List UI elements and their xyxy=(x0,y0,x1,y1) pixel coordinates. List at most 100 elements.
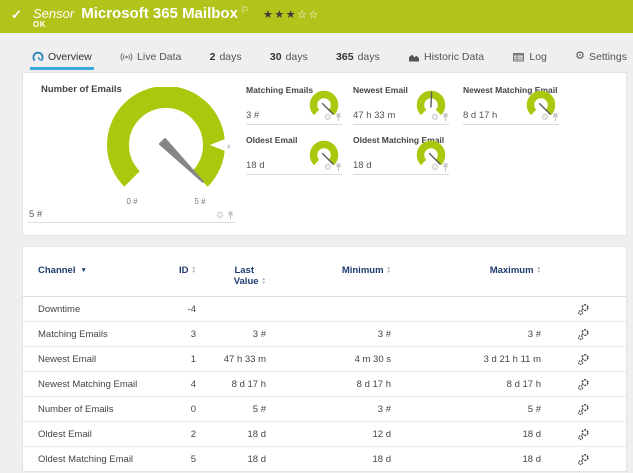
tab-number: 365 xyxy=(336,50,354,63)
table-body: Downtime -4 Matching Emails 3 3 # 3 # 3 # Newes… xyxy=(23,297,626,471)
gear-icon[interactable]: ⚙ xyxy=(324,163,332,172)
id-cell: 0 xyxy=(190,403,196,415)
tab-historic-data[interactable]: Historic Data xyxy=(406,46,486,70)
star-filled-icon[interactable]: ★ xyxy=(263,9,274,21)
maximum-cell: 3 # xyxy=(527,328,541,340)
mini-gauge-arc xyxy=(416,140,446,166)
sort-icon: ▲ ▼ xyxy=(191,265,196,274)
sensor-title: Microsoft 365 Mailbox xyxy=(81,5,238,22)
minimum-cell: 12 d xyxy=(372,428,392,440)
channel-name-cell: Newest Matching Email xyxy=(38,378,138,390)
log-table-icon xyxy=(513,52,525,61)
tab-label: Log xyxy=(529,50,547,63)
minimum-cell: 3 # xyxy=(377,403,391,415)
minimum-cell: 3 # xyxy=(377,328,391,340)
channel-edit-button[interactable] xyxy=(577,303,590,316)
edit-gears-icon xyxy=(578,403,589,415)
channel-name-cell: Newest Email xyxy=(38,353,97,365)
star-empty-icon[interactable]: ☆ xyxy=(308,9,319,21)
column-header-maximum[interactable]: Maximum ▲ ▼ xyxy=(391,265,541,276)
pin-icon[interactable] xyxy=(442,113,449,122)
id-cell: -4 xyxy=(187,303,196,315)
mini-gauge-cell: Oldest Email 18 d ⚙ xyxy=(246,135,342,175)
gauge-scale-max-label: 5 # xyxy=(194,197,206,206)
pin-icon[interactable] xyxy=(335,113,342,122)
edit-gears-icon xyxy=(578,353,589,365)
gear-icon[interactable]: ⚙ xyxy=(216,211,224,220)
column-label: Channel xyxy=(38,265,76,276)
channel-name-cell: Matching Emails xyxy=(38,328,108,340)
mini-gauge-value: 18 d xyxy=(353,160,372,171)
mini-gauge-value: 8 d 17 h xyxy=(463,110,498,121)
channel-edit-button[interactable] xyxy=(577,378,590,391)
id-cell: 5 xyxy=(190,453,196,465)
tab-label: Overview xyxy=(48,50,92,63)
flag-icon[interactable]: ⚐ xyxy=(241,5,249,16)
maximum-cell: 18 d xyxy=(522,453,542,465)
tab-label: Settings xyxy=(589,50,627,63)
channel-edit-button[interactable] xyxy=(577,428,590,441)
star-empty-icon[interactable]: ☆ xyxy=(297,9,308,21)
last-value-cell: 8 d 17 h xyxy=(231,378,266,390)
tab-label: days xyxy=(285,50,308,63)
gear-icon: ⚙ xyxy=(575,50,586,62)
area-chart-icon xyxy=(409,54,419,61)
star-filled-icon[interactable]: ★ xyxy=(286,9,297,21)
column-header-minimum[interactable]: Minimum ▲ ▼ xyxy=(266,265,391,276)
column-header-last-value[interactable]: Last Value ▲ ▼ xyxy=(196,265,266,287)
star-filled-icon[interactable]: ★ xyxy=(274,9,285,21)
last-value-cell: 18 d xyxy=(247,453,267,465)
column-header-channel[interactable]: Channel ▼ xyxy=(38,265,153,276)
last-value-cell: 18 d xyxy=(247,428,267,440)
mini-gauge-cell: Matching Emails 3 # ⚙ xyxy=(246,85,342,125)
table-row: Oldest Email 2 18 d 12 d 18 d xyxy=(23,422,626,447)
tab-live-data[interactable]: Live Data xyxy=(118,46,183,70)
edit-gears-icon xyxy=(578,328,589,340)
maximum-cell: 8 d 17 h xyxy=(506,378,541,390)
column-label: Last xyxy=(234,265,254,276)
table-header-row: Channel ▼ ID ▲ ▼ Last Value ▲ ▼ Minimum ▲ ▼… xyxy=(23,247,626,297)
minimum-cell: 18 d xyxy=(372,453,392,465)
tab-2-days[interactable]: 2 days xyxy=(208,46,244,70)
main-gauge-value: 5 # xyxy=(29,209,43,220)
id-cell: 3 xyxy=(190,328,196,340)
gear-icon[interactable]: ⚙ xyxy=(324,113,332,122)
gear-icon[interactable]: ⚙ xyxy=(541,113,549,122)
tab-30-days[interactable]: 30 days xyxy=(268,46,310,70)
tab-bar: Overview Live Data 2 days 30 days 365 days Histo… xyxy=(30,46,629,70)
channel-name-cell: Oldest Matching Email xyxy=(38,453,134,465)
mini-gauge-arc xyxy=(309,140,339,166)
mini-gauge-cell: Newest Matching Email 8 d 17 h ⚙ xyxy=(463,85,559,125)
channel-edit-button[interactable] xyxy=(577,353,590,366)
mini-gauge-arc xyxy=(309,90,339,116)
priority-stars[interactable]: ★★★☆☆ xyxy=(263,8,320,21)
mini-gauge-cell: Newest Email 47 h 33 m ⚙ xyxy=(353,85,449,125)
column-header-id[interactable]: ID ▲ ▼ xyxy=(153,265,196,276)
channel-edit-button[interactable] xyxy=(577,328,590,341)
maximum-cell: 3 d 21 h 11 m xyxy=(483,353,541,365)
minimum-cell: 4 m 30 s xyxy=(354,353,391,365)
mini-gauge-arc xyxy=(526,90,556,116)
tab-number: 30 xyxy=(269,50,282,63)
tab-settings[interactable]: ⚙ Settings xyxy=(573,46,629,70)
tab-overview[interactable]: Overview xyxy=(30,46,94,70)
edit-gears-icon xyxy=(578,453,589,465)
sensor-type-label: Sensor xyxy=(33,6,75,21)
gear-icon[interactable]: ⚙ xyxy=(431,113,439,122)
pin-icon[interactable] xyxy=(335,163,342,172)
column-label: Value xyxy=(233,276,259,287)
channel-edit-button[interactable] xyxy=(577,453,590,466)
main-gauge-arc xyxy=(107,87,225,187)
tab-365-days[interactable]: 365 days xyxy=(334,46,382,70)
main-gauge-needle xyxy=(158,137,204,183)
channel-name-cell: Number of Emails xyxy=(38,403,114,415)
pin-icon[interactable] xyxy=(552,113,559,122)
mini-gauge-needle xyxy=(430,91,433,108)
pin-icon[interactable] xyxy=(442,163,449,172)
channel-edit-button[interactable] xyxy=(577,403,590,416)
id-cell: 2 xyxy=(190,428,196,440)
gear-icon[interactable]: ⚙ xyxy=(431,163,439,172)
tab-log[interactable]: Log xyxy=(510,46,549,70)
pin-icon[interactable] xyxy=(227,211,234,220)
channel-table-panel: Channel ▼ ID ▲ ▼ Last Value ▲ ▼ Minimum ▲ ▼… xyxy=(22,246,627,472)
